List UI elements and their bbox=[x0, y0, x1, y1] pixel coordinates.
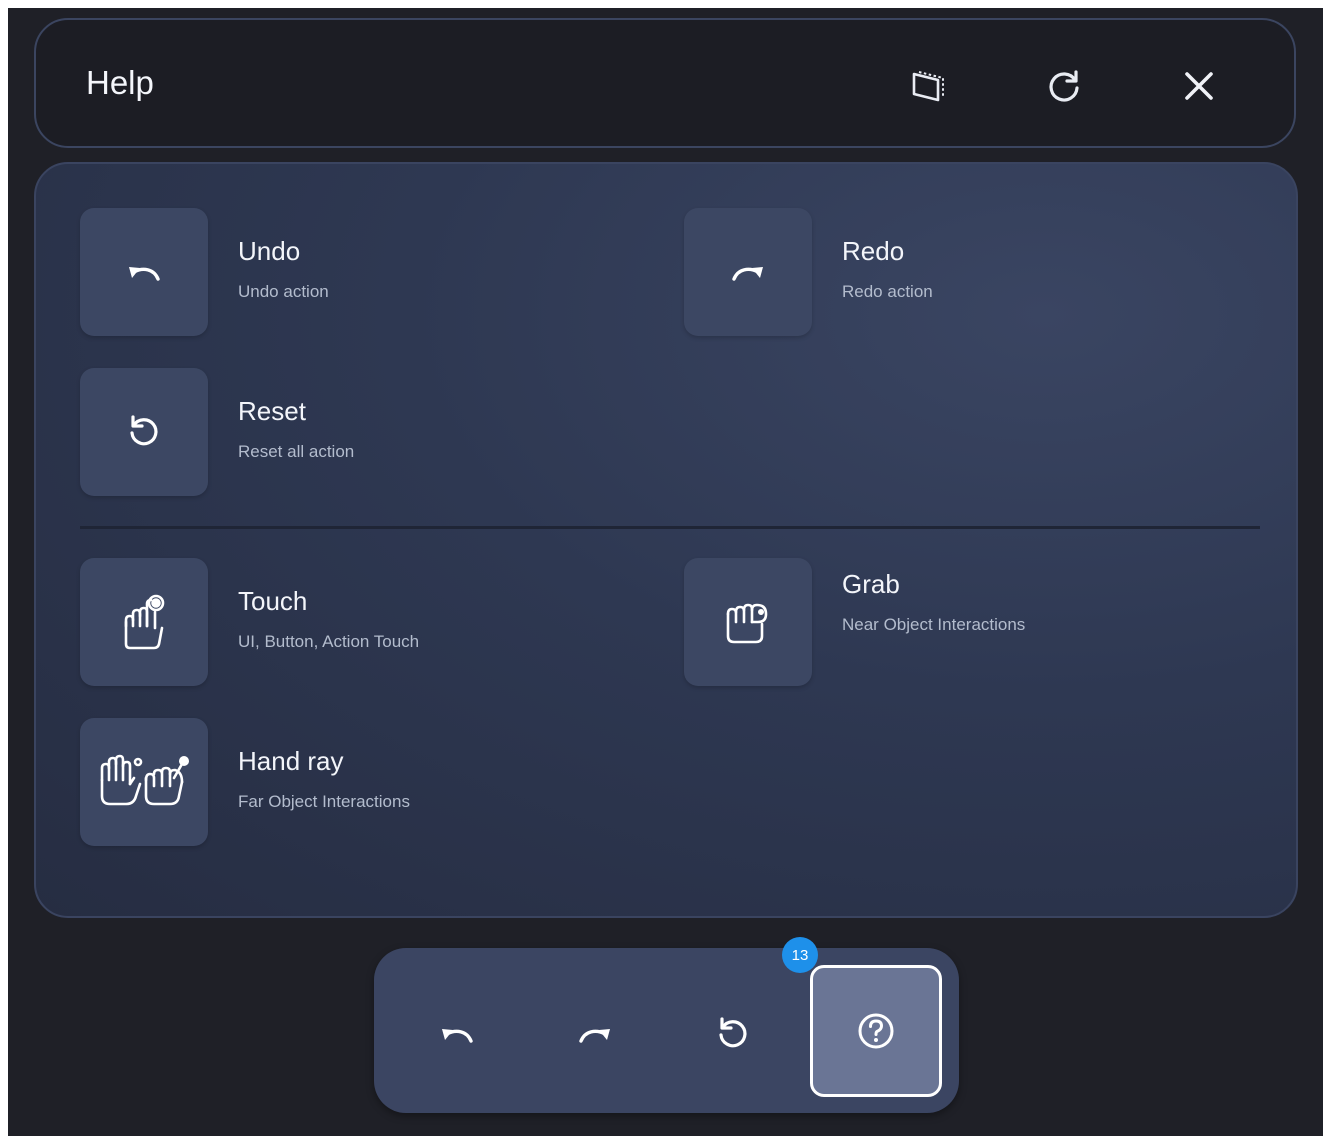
section-divider bbox=[80, 526, 1260, 529]
help-item-description: UI, Button, Action Touch bbox=[238, 632, 420, 651]
help-item-undo: Undo Undo action bbox=[80, 208, 600, 336]
help-item-description: Undo action bbox=[238, 282, 329, 301]
touch-hand-icon bbox=[118, 592, 170, 652]
grab-hand-icon bbox=[722, 598, 774, 646]
redo-icon bbox=[577, 1022, 613, 1046]
help-item-reset: Reset Reset all action bbox=[80, 368, 600, 496]
help-item-hand-ray: Hand ray Far Object Interactions bbox=[80, 718, 600, 846]
help-header: Help bbox=[34, 18, 1296, 148]
help-item-description: Reset all action bbox=[238, 442, 355, 461]
bottom-toolbar bbox=[374, 948, 959, 1113]
help-item-description: Far Object Interactions bbox=[238, 792, 410, 811]
help-item-touch: Touch UI, Button, Action Touch bbox=[80, 558, 600, 686]
window-icon bbox=[908, 66, 948, 106]
reset-tile bbox=[80, 368, 208, 496]
undo-icon bbox=[126, 260, 162, 284]
hand-ray-icon bbox=[98, 754, 190, 810]
reset-icon bbox=[714, 1015, 752, 1053]
redo-tile bbox=[684, 208, 812, 336]
toolbar-redo-button[interactable] bbox=[529, 968, 661, 1100]
help-item-label: Grab bbox=[842, 569, 900, 599]
touch-tile bbox=[80, 558, 208, 686]
toolbar-help-button[interactable] bbox=[810, 965, 942, 1097]
undo-icon bbox=[439, 1022, 475, 1046]
help-item-label: Undo bbox=[238, 236, 301, 266]
toolbar-undo-button[interactable] bbox=[391, 968, 523, 1100]
help-item-description: Redo action bbox=[842, 282, 933, 301]
undo-tile bbox=[80, 208, 208, 336]
page-title: Help bbox=[86, 64, 154, 101]
help-item-label: Hand ray bbox=[238, 746, 344, 776]
help-panel: Undo Undo action Redo Redo action Reset … bbox=[34, 162, 1298, 918]
hand-ray-tile bbox=[80, 718, 208, 846]
refresh-button[interactable] bbox=[1038, 60, 1090, 112]
reset-icon bbox=[125, 413, 163, 451]
notification-badge: 13 bbox=[782, 937, 818, 973]
window-button[interactable] bbox=[902, 60, 954, 112]
close-icon bbox=[1179, 66, 1219, 106]
help-item-grab: Grab Near Object Interactions bbox=[684, 558, 1204, 686]
help-item-label: Redo bbox=[842, 236, 905, 266]
grab-tile bbox=[684, 558, 812, 686]
refresh-icon bbox=[1044, 66, 1084, 106]
help-item-description: Near Object Interactions bbox=[842, 615, 1026, 634]
redo-icon bbox=[730, 260, 766, 284]
close-button[interactable] bbox=[1173, 60, 1225, 112]
help-item-label: Reset bbox=[238, 396, 306, 426]
help-item-redo: Redo Redo action bbox=[684, 208, 1204, 336]
toolbar-reset-button[interactable] bbox=[667, 968, 799, 1100]
help-icon bbox=[856, 1011, 896, 1051]
help-item-label: Touch bbox=[238, 586, 308, 616]
